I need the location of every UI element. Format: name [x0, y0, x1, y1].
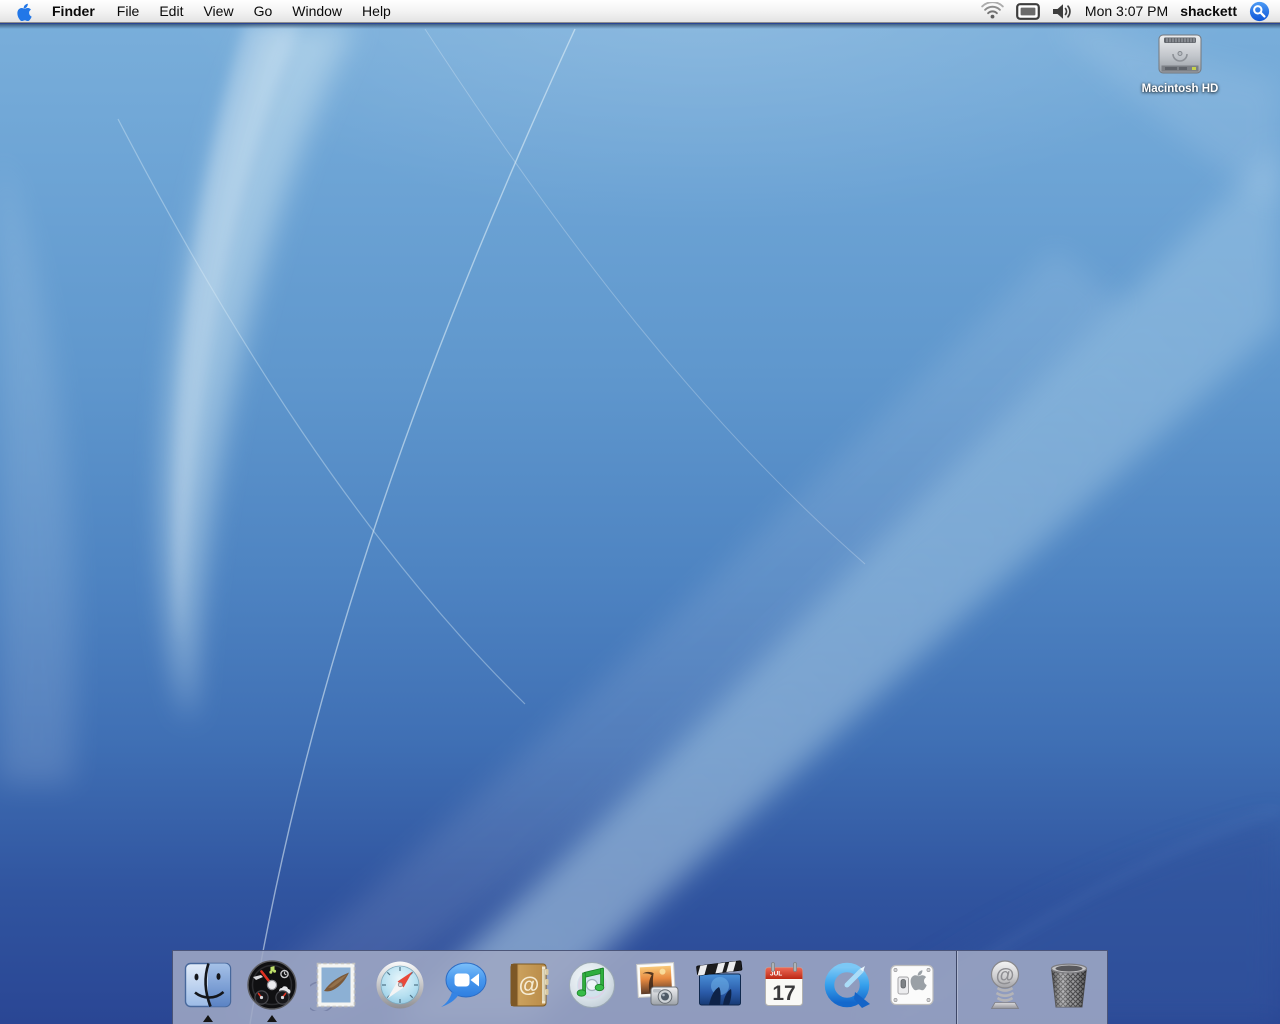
safari-icon	[374, 959, 426, 1011]
dock-safari[interactable]	[368, 951, 432, 1024]
ical-icon: JUL 17	[758, 959, 810, 1011]
menu-bar-clock[interactable]: Mon 3:07 PM	[1085, 3, 1168, 19]
dock-iphoto[interactable]	[624, 951, 688, 1024]
spotlight-search-icon[interactable]	[1249, 1, 1270, 22]
dock: @	[172, 950, 1108, 1024]
wallpaper-swirls	[0, 24, 1280, 1024]
dock-imovie[interactable]	[688, 951, 752, 1024]
apple-menu[interactable]	[0, 2, 40, 21]
imovie-icon	[694, 959, 746, 1011]
dock-trash[interactable]	[1037, 951, 1101, 1024]
itunes-icon	[566, 959, 618, 1011]
ichat-icon	[438, 959, 490, 1011]
apple-logo-icon	[15, 2, 32, 21]
menu-file[interactable]: File	[107, 0, 150, 22]
menu-bar-status: Mon 3:07 PM shackett	[981, 1, 1280, 22]
menu-finder[interactable]: Finder	[40, 0, 107, 22]
dock-ical[interactable]: JUL 17	[752, 951, 816, 1024]
running-indicator	[203, 1015, 213, 1022]
dock-mail[interactable]	[304, 951, 368, 1024]
dock-finder[interactable]	[176, 951, 240, 1024]
dock-mac-website-link[interactable]: @	[973, 951, 1037, 1024]
dock-system-preferences[interactable]	[880, 951, 944, 1024]
menu-view[interactable]: View	[193, 0, 243, 22]
address-book-at-glyph: @	[519, 974, 539, 997]
macintosh-hd-desktop-icon[interactable]: Macintosh HD	[1116, 32, 1244, 95]
displays-icon[interactable]	[1016, 3, 1040, 20]
macintosh-hd-label: Macintosh HD	[1116, 83, 1244, 95]
dock-dashboard[interactable]	[240, 951, 304, 1024]
menu-help[interactable]: Help	[352, 0, 401, 22]
finder-icon	[182, 959, 234, 1011]
menu-window[interactable]: Window	[282, 0, 352, 22]
spring-at-glyph: @	[996, 965, 1015, 986]
system-preferences-icon	[886, 959, 938, 1011]
dock-separator[interactable]	[956, 951, 957, 1024]
dashboard-icon	[246, 959, 298, 1011]
iphoto-icon	[630, 959, 682, 1011]
quicktime-icon	[822, 959, 874, 1011]
ical-day-text: 17	[772, 982, 795, 1005]
dock-address-book[interactable]: @	[496, 951, 560, 1024]
mac-website-link-icon: @	[979, 959, 1031, 1011]
dock-itunes[interactable]	[560, 951, 624, 1024]
dock-ichat[interactable]	[432, 951, 496, 1024]
menu-bar: Finder File Edit View Go Window Help	[0, 0, 1280, 23]
trash-icon	[1043, 959, 1095, 1011]
running-indicator	[267, 1015, 277, 1022]
dock-quicktime[interactable]	[816, 951, 880, 1024]
fast-user-switching-menu[interactable]: shackett	[1180, 3, 1237, 19]
menu-go[interactable]: Go	[244, 0, 283, 22]
menu-edit[interactable]: Edit	[149, 0, 193, 22]
wifi-icon[interactable]	[981, 2, 1004, 20]
address-book-icon: @	[502, 959, 554, 1011]
desktop-wallpaper: Macintosh HD	[0, 24, 1280, 1024]
hard-disk-icon	[1152, 32, 1208, 80]
volume-icon[interactable]	[1052, 3, 1073, 20]
mail-icon	[310, 959, 362, 1011]
